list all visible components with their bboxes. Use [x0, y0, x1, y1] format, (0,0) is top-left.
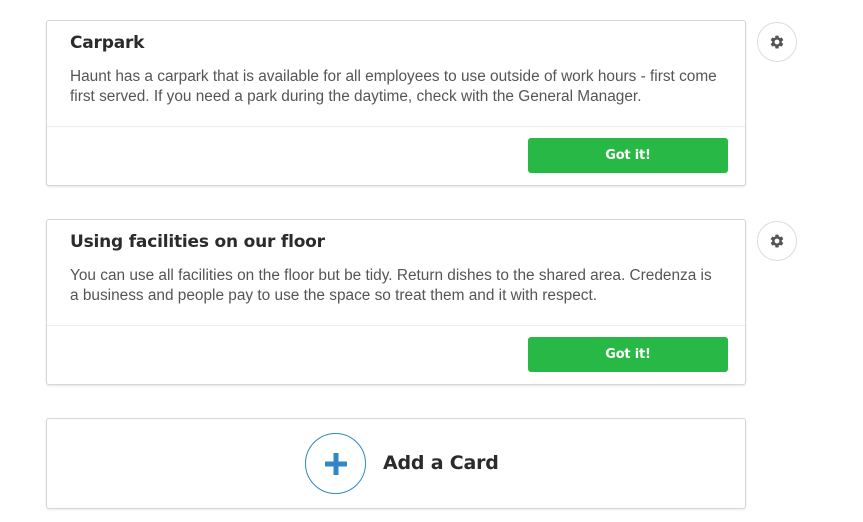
got-it-button[interactable]: Got it! — [528, 337, 728, 372]
card-text: You can use all facilities on the floor … — [70, 267, 712, 304]
gear-icon — [770, 234, 784, 248]
card-title: Using facilities on our floor — [70, 232, 325, 252]
card-settings-button[interactable] — [757, 221, 797, 261]
add-card-circle[interactable] — [305, 433, 366, 494]
gear-icon — [770, 35, 784, 49]
card-footer: Got it! — [47, 126, 745, 185]
card-settings-button[interactable] — [757, 22, 797, 62]
card-footer: Got it! — [47, 325, 745, 384]
add-card-label: Add a Card — [383, 452, 499, 474]
got-it-button[interactable]: Got it! — [528, 138, 728, 173]
plus-icon — [324, 452, 347, 475]
card-carpark: Carpark Haunt has a carpark that is avai… — [46, 20, 746, 186]
card-title: Carpark — [70, 33, 145, 53]
card-facilities: Using facilities on our floor You can us… — [46, 219, 746, 385]
add-card-button[interactable]: Add a Card — [46, 418, 746, 509]
card-text: Haunt has a carpark that is available fo… — [70, 68, 717, 105]
